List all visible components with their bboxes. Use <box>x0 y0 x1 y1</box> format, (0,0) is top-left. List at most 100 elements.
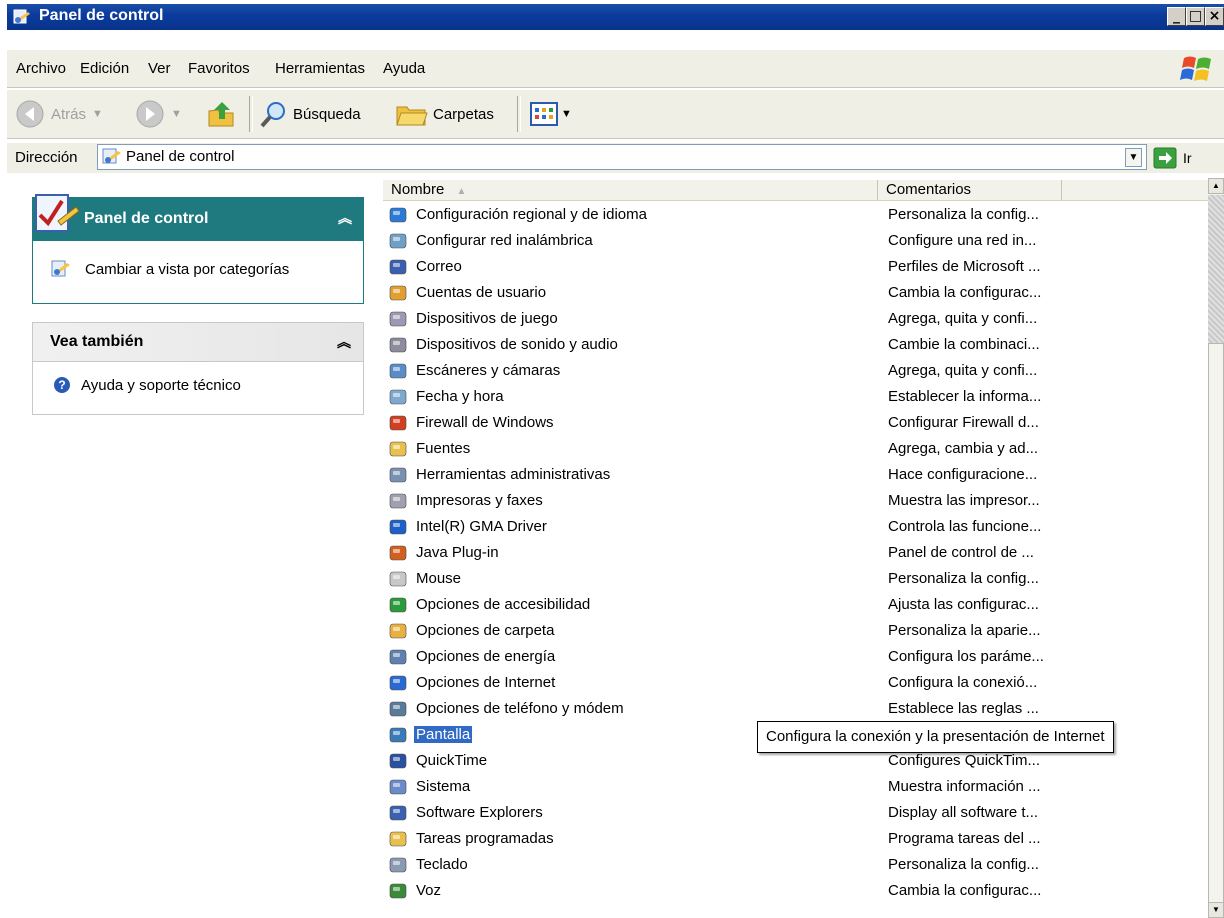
see-also-box-body: ? Ayuda y soporte técnico <box>32 362 364 415</box>
list-item[interactable]: Opciones de carpeta Personaliza la aparie… <box>388 619 1060 645</box>
back-button[interactable]: Atrás ▼ <box>15 98 103 130</box>
address-value: Panel de control <box>126 148 235 165</box>
go-label: Ir <box>1183 150 1192 166</box>
views-icon <box>530 102 558 126</box>
printer-icon <box>389 493 407 509</box>
list-item[interactable]: Voz Cambia la configurac... <box>388 879 1060 905</box>
menu-favoritos[interactable]: Favoritos <box>188 60 250 77</box>
scroll-down-button[interactable]: ▼ <box>1208 902 1224 918</box>
item-name: Java Plug-in <box>416 544 499 561</box>
forward-dropdown-icon[interactable]: ▼ <box>171 108 182 120</box>
list-item[interactable]: Mouse Personaliza la config... <box>388 567 1060 593</box>
list-item[interactable]: Dispositivos de sonido y audio Cambie la … <box>388 333 1060 359</box>
list-item[interactable]: Configurar red inalámbrica Configure una … <box>388 229 1060 255</box>
control-panel-box-body: Cambiar a vista por categorías <box>32 241 364 304</box>
control-panel-box-header[interactable]: Panel de control ︽ <box>32 194 364 241</box>
title-bar[interactable]: Panel de control _ □ × <box>7 4 1224 30</box>
back-label: Atrás <box>51 105 87 123</box>
item-comment: Establece las reglas ... <box>888 700 1039 717</box>
item-comment: Cambia la configurac... <box>888 284 1042 301</box>
list-item[interactable]: Software Explorers Display all software t… <box>388 801 1060 827</box>
item-comment: Configura los paráme... <box>888 648 1044 665</box>
scroll-track[interactable] <box>1208 195 1224 343</box>
switch-view-link[interactable]: Cambiar a vista por categorías <box>51 259 289 279</box>
menu-edicion[interactable]: Edición <box>80 60 129 77</box>
list-item[interactable]: Firewall de Windows Configurar Firewall d… <box>388 411 1060 437</box>
item-comment: Agrega, quita y confi... <box>888 362 1038 379</box>
column-header-comments[interactable]: Comentarios <box>878 180 1062 200</box>
menu-ayuda[interactable]: Ayuda <box>383 60 425 77</box>
control-panel-icon <box>102 148 121 164</box>
speech-icon <box>389 883 407 899</box>
list-item[interactable]: Opciones de energía Configura los paráme.… <box>388 645 1060 671</box>
control-panel-icon <box>13 9 30 24</box>
menu-ver[interactable]: Ver <box>148 60 171 77</box>
vertical-scrollbar[interactable]: ▲ ▼ <box>1208 178 1224 918</box>
views-button[interactable]: ▼ <box>529 98 572 130</box>
list-item[interactable]: Opciones de Internet Configura la conexió… <box>388 671 1060 697</box>
switch-view-label: Cambiar a vista por categorías <box>85 260 290 278</box>
list-item[interactable]: Herramientas administrativas Hace configu… <box>388 463 1060 489</box>
folders-button[interactable]: Carpetas <box>395 98 494 130</box>
search-label: Búsqueda <box>293 105 361 123</box>
list-item[interactable]: Fuentes Agrega, cambia y ad... <box>388 437 1060 463</box>
list-item[interactable]: Escáneres y cámaras Agrega, quita y confi… <box>388 359 1060 385</box>
back-dropdown-icon[interactable]: ▼ <box>92 108 103 120</box>
list-item[interactable]: Cuentas de usuario Cambia la configurac..… <box>388 281 1060 307</box>
menu-archivo[interactable]: Archivo <box>16 60 66 77</box>
item-name: Correo <box>416 258 462 275</box>
list-item[interactable]: Java Plug-in Panel de control de ... <box>388 541 1060 567</box>
maximize-button[interactable]: □ <box>1186 7 1205 26</box>
gamepad-icon <box>389 311 407 327</box>
list-item[interactable]: Fecha y hora Establecer la informa... <box>388 385 1060 411</box>
item-comment: Controla las funcione... <box>888 518 1042 535</box>
list-item[interactable]: Dispositivos de juego Agrega, quita y con… <box>388 307 1060 333</box>
scroll-thumb[interactable] <box>1208 343 1224 903</box>
accessibility-icon <box>389 597 407 613</box>
scroll-up-button[interactable]: ▲ <box>1208 178 1224 194</box>
item-name: Voz <box>416 882 442 899</box>
item-name: Opciones de accesibilidad <box>416 596 591 613</box>
list-item[interactable]: Impresoras y faxes Muestra las impresor..… <box>388 489 1060 515</box>
internet-icon <box>389 675 407 691</box>
list-item[interactable]: Opciones de accesibilidad Ajusta las conf… <box>388 593 1060 619</box>
item-comment: Hace configuracione... <box>888 466 1038 483</box>
views-dropdown-icon[interactable]: ▼ <box>561 108 572 120</box>
minimize-button[interactable]: _ <box>1167 7 1186 26</box>
keyboard-icon <box>389 857 407 873</box>
forward-arrow-icon <box>136 100 164 128</box>
address-dropdown-button[interactable]: ▼ <box>1125 148 1142 167</box>
menu-herramientas[interactable]: Herramientas <box>275 60 365 77</box>
item-comment: Personaliza la config... <box>888 206 1039 223</box>
list-item[interactable]: Opciones de teléfono y módem Establece la… <box>388 697 1060 723</box>
go-button[interactable]: Ir <box>1153 146 1192 170</box>
column-header-name[interactable]: Nombre ▲ <box>383 180 878 200</box>
item-comment: Configures QuickTim... <box>888 752 1040 769</box>
scanner-icon <box>389 363 407 379</box>
address-label: Dirección <box>15 149 78 166</box>
forward-button[interactable]: ▼ <box>135 98 182 130</box>
list-item[interactable]: Tareas programadas Programa tareas del ..… <box>388 827 1060 853</box>
item-name: Impresoras y faxes <box>416 492 543 509</box>
close-button[interactable]: × <box>1205 7 1224 26</box>
see-also-box: Vea también ︽ ? Ayuda y soporte técnico <box>32 322 364 415</box>
help-support-link[interactable]: ? Ayuda y soporte técnico <box>53 376 241 394</box>
see-also-box-header[interactable]: Vea también ︽ <box>32 322 364 362</box>
list-item[interactable]: Sistema Muestra información ... <box>388 775 1060 801</box>
item-name: Firewall de Windows <box>416 414 554 431</box>
control-panel-large-icon <box>35 194 80 232</box>
address-input[interactable]: Panel de control <box>97 144 1147 170</box>
collapse-chevron-icon[interactable]: ︽ <box>338 208 352 228</box>
list-item[interactable]: Teclado Personaliza la config... <box>388 853 1060 879</box>
collapse-chevron-icon[interactable]: ︽ <box>337 332 351 352</box>
list-item[interactable]: Intel(R) GMA Driver Controla las funcione… <box>388 515 1060 541</box>
list-item[interactable]: Configuración regional y de idioma Person… <box>388 203 1060 229</box>
search-button[interactable]: Búsqueda <box>259 98 361 130</box>
up-folder-button[interactable] <box>206 98 238 130</box>
list-item[interactable]: Correo Perfiles de Microsoft ... <box>388 255 1060 281</box>
help-support-label: Ayuda y soporte técnico <box>81 376 241 394</box>
folder-options-icon <box>389 623 407 639</box>
item-name: Fuentes <box>416 440 471 457</box>
item-name: Escáneres y cámaras <box>416 362 561 379</box>
column-header-bar: Nombre ▲ Comentarios <box>383 180 1208 201</box>
